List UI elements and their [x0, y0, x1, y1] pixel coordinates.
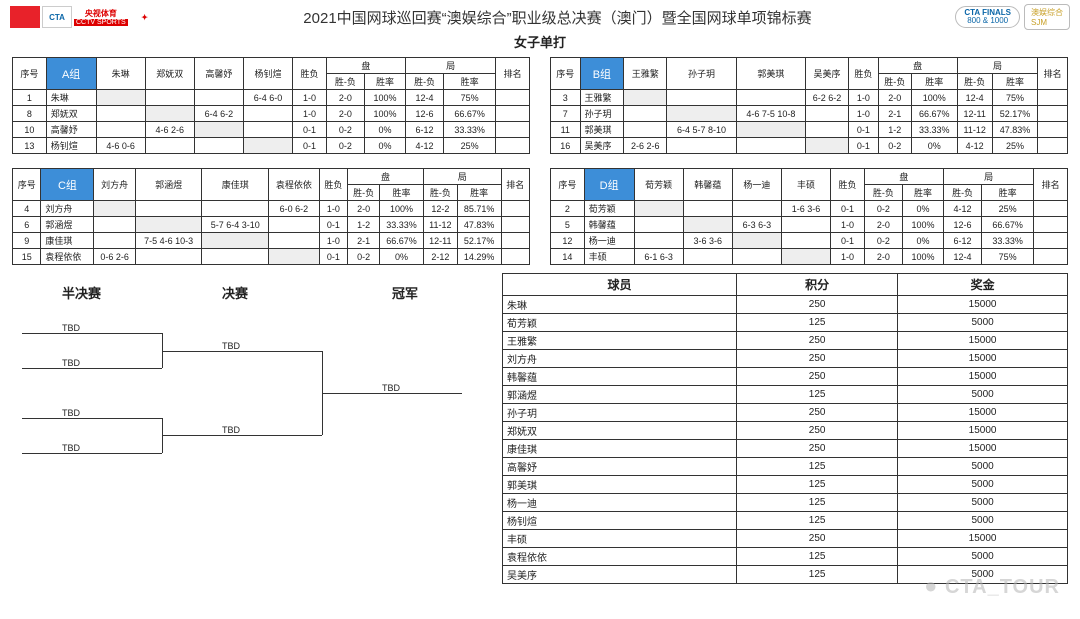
table-row: 3王雅繁 6-2 6-2 1-02-0100%12-475% [551, 90, 1068, 106]
sjm-bot: SJM [1031, 18, 1047, 27]
table-row: 5韩馨蕴 6-3 6-3 1-02-0100%12-666.67% [551, 217, 1068, 233]
subtitle: 女子单打 [0, 32, 1080, 51]
table-row: 12杨一迪 3-6 3-6 0-10-20%6-1233.33% [551, 233, 1068, 249]
table-row: 8郑妩双 6-4 6-2 1-02-0100%12-666.67% [13, 106, 530, 122]
table-row: 11郭美琪 6-4 5-7 8-10 0-11-233.33%11-1247.8… [551, 122, 1068, 138]
misc-logo-icon: ✦ [130, 6, 160, 28]
finals-bot: 800 & 1000 [967, 17, 1008, 25]
table-row: 7孙子玥 4-6 7-5 10-8 1-02-166.67%12-1152.17… [551, 106, 1068, 122]
bracket-champ-label: 冠军 [392, 283, 418, 302]
table-row: 袁程依依1255000 [503, 548, 1068, 566]
group-table: 序号 A组 朱琳郑妩双高馨妤杨钊煊 胜负 盘 局 排名 胜-负胜率胜-负胜率 1… [12, 57, 530, 154]
finals-badge: CTA FINALS 800 & 1000 [955, 6, 1020, 28]
logos-right: CTA FINALS 800 & 1000 澳娱综合 SJM [955, 4, 1070, 30]
cctv-bot: CCTV SPORTS [74, 19, 128, 26]
standings-table: 球员积分奖金朱琳25015000荀芳颖1255000王雅繁25015000刘方舟… [502, 273, 1068, 584]
table-row: 4刘方舟 6-0 6-2 1-02-0100%12-285.71% [13, 201, 530, 217]
cctv-logo: 央视体育 CCTV SPORTS [74, 8, 128, 26]
logo-red-icon [10, 6, 40, 28]
page-title: 2021中国网球巡回赛“澳娱综合”职业级总决赛（澳门）暨全国网球单项锦标赛 [166, 7, 950, 28]
table-row: 杨钊煊1255000 [503, 512, 1068, 530]
table-row: 朱琳25015000 [503, 296, 1068, 314]
table-row: 郭涵煜1255000 [503, 386, 1068, 404]
group-table: 序号 C组 刘方舟郭涵煜康佳琪袁程依依 胜负 盘 局 排名 胜-负胜率胜-负胜率… [12, 168, 530, 265]
watermark: ● CTA_TOUR [924, 573, 1060, 599]
cta-logo: CTA [42, 6, 72, 28]
table-row: 2荀芳颖 1-6 3-6 0-10-20%4-1225% [551, 201, 1068, 217]
table-row: 14丰硕 6-1 6-3 1-02-0100%12-475% [551, 249, 1068, 265]
table-row: 刘方舟25015000 [503, 350, 1068, 368]
table-row: 康佳琪25015000 [503, 440, 1068, 458]
table-row: 高馨妤1255000 [503, 458, 1068, 476]
table-row: 16吴美序 2-6 2-6 0-10-20%4-1225% [551, 138, 1068, 154]
bracket-final-label: 决赛 [222, 283, 248, 302]
groups-col-left: 序号 A组 朱琳郑妩双高馨妤杨钊煊 胜负 盘 局 排名 胜-负胜率胜-负胜率 1… [12, 57, 530, 265]
sjm-badge: 澳娱综合 SJM [1024, 4, 1070, 30]
group-table: 序号 D组 荀芳颖韩馨蕴杨一迪丰硕 胜负 盘 局 排名 胜-负胜率胜-负胜率 2… [550, 168, 1068, 265]
bracket-semi-label: 半决赛 [62, 283, 101, 302]
groups-container: 序号 A组 朱琳郑妩双高馨妤杨钊煊 胜负 盘 局 排名 胜-负胜率胜-负胜率 1… [0, 57, 1080, 265]
table-row: 6郭涵煜 5-7 6-4 3-10 0-11-233.33%11-1247.83… [13, 217, 530, 233]
table-row: 郭美琪1255000 [503, 476, 1068, 494]
bracket-slot: TBD [222, 425, 240, 435]
bracket-slot: TBD [382, 383, 400, 393]
table-row: 丰硕25015000 [503, 530, 1068, 548]
group-table: 序号 B组 王雅繁孙子玥郭美琪吴美序 胜负 盘 局 排名 胜-负胜率胜-负胜率 … [550, 57, 1068, 154]
table-row: 10高馨妤 4-6 2-6 0-10-20%6-1233.33% [13, 122, 530, 138]
header: CTA 央视体育 CCTV SPORTS ✦ 2021中国网球巡回赛“澳娱综合”… [0, 0, 1080, 32]
table-row: 郑妩双25015000 [503, 422, 1068, 440]
table-row: 王雅繁25015000 [503, 332, 1068, 350]
table-row: 杨一迪1255000 [503, 494, 1068, 512]
bracket-slot: TBD [62, 323, 80, 333]
watermark-text: CTA_TOUR [945, 576, 1060, 598]
table-row: 15袁程依依 0-6 2-6 0-10-20%2-1214.29% [13, 249, 530, 265]
table-row: 荀芳颖1255000 [503, 314, 1068, 332]
table-row: 韩馨蕴25015000 [503, 368, 1068, 386]
bottom-row: 半决赛 决赛 冠军 TBD TBD TBD TBD TBD TBD TBD 球员… [0, 265, 1080, 584]
bracket-slot: TBD [62, 358, 80, 368]
sjm-top: 澳娱综合 [1031, 8, 1063, 17]
bracket-slot: TBD [62, 443, 80, 453]
bracket-slot: TBD [62, 408, 80, 418]
table-row: 1朱琳 6-4 6-0 1-02-0100%12-475% [13, 90, 530, 106]
table-row: 13杨钊煊 4-6 0-6 0-10-20%4-1225% [13, 138, 530, 154]
table-row: 9康佳琪 7-5 4-6 10-3 1-02-166.67%12-1152.17… [13, 233, 530, 249]
bracket-area: 半决赛 决赛 冠军 TBD TBD TBD TBD TBD TBD TBD [12, 283, 472, 513]
cctv-top: 央视体育 [85, 8, 117, 19]
logos-left: CTA 央视体育 CCTV SPORTS ✦ [10, 6, 160, 28]
table-row: 孙子玥25015000 [503, 404, 1068, 422]
bracket-slot: TBD [222, 341, 240, 351]
groups-col-right: 序号 B组 王雅繁孙子玥郭美琪吴美序 胜负 盘 局 排名 胜-负胜率胜-负胜率 … [550, 57, 1068, 265]
